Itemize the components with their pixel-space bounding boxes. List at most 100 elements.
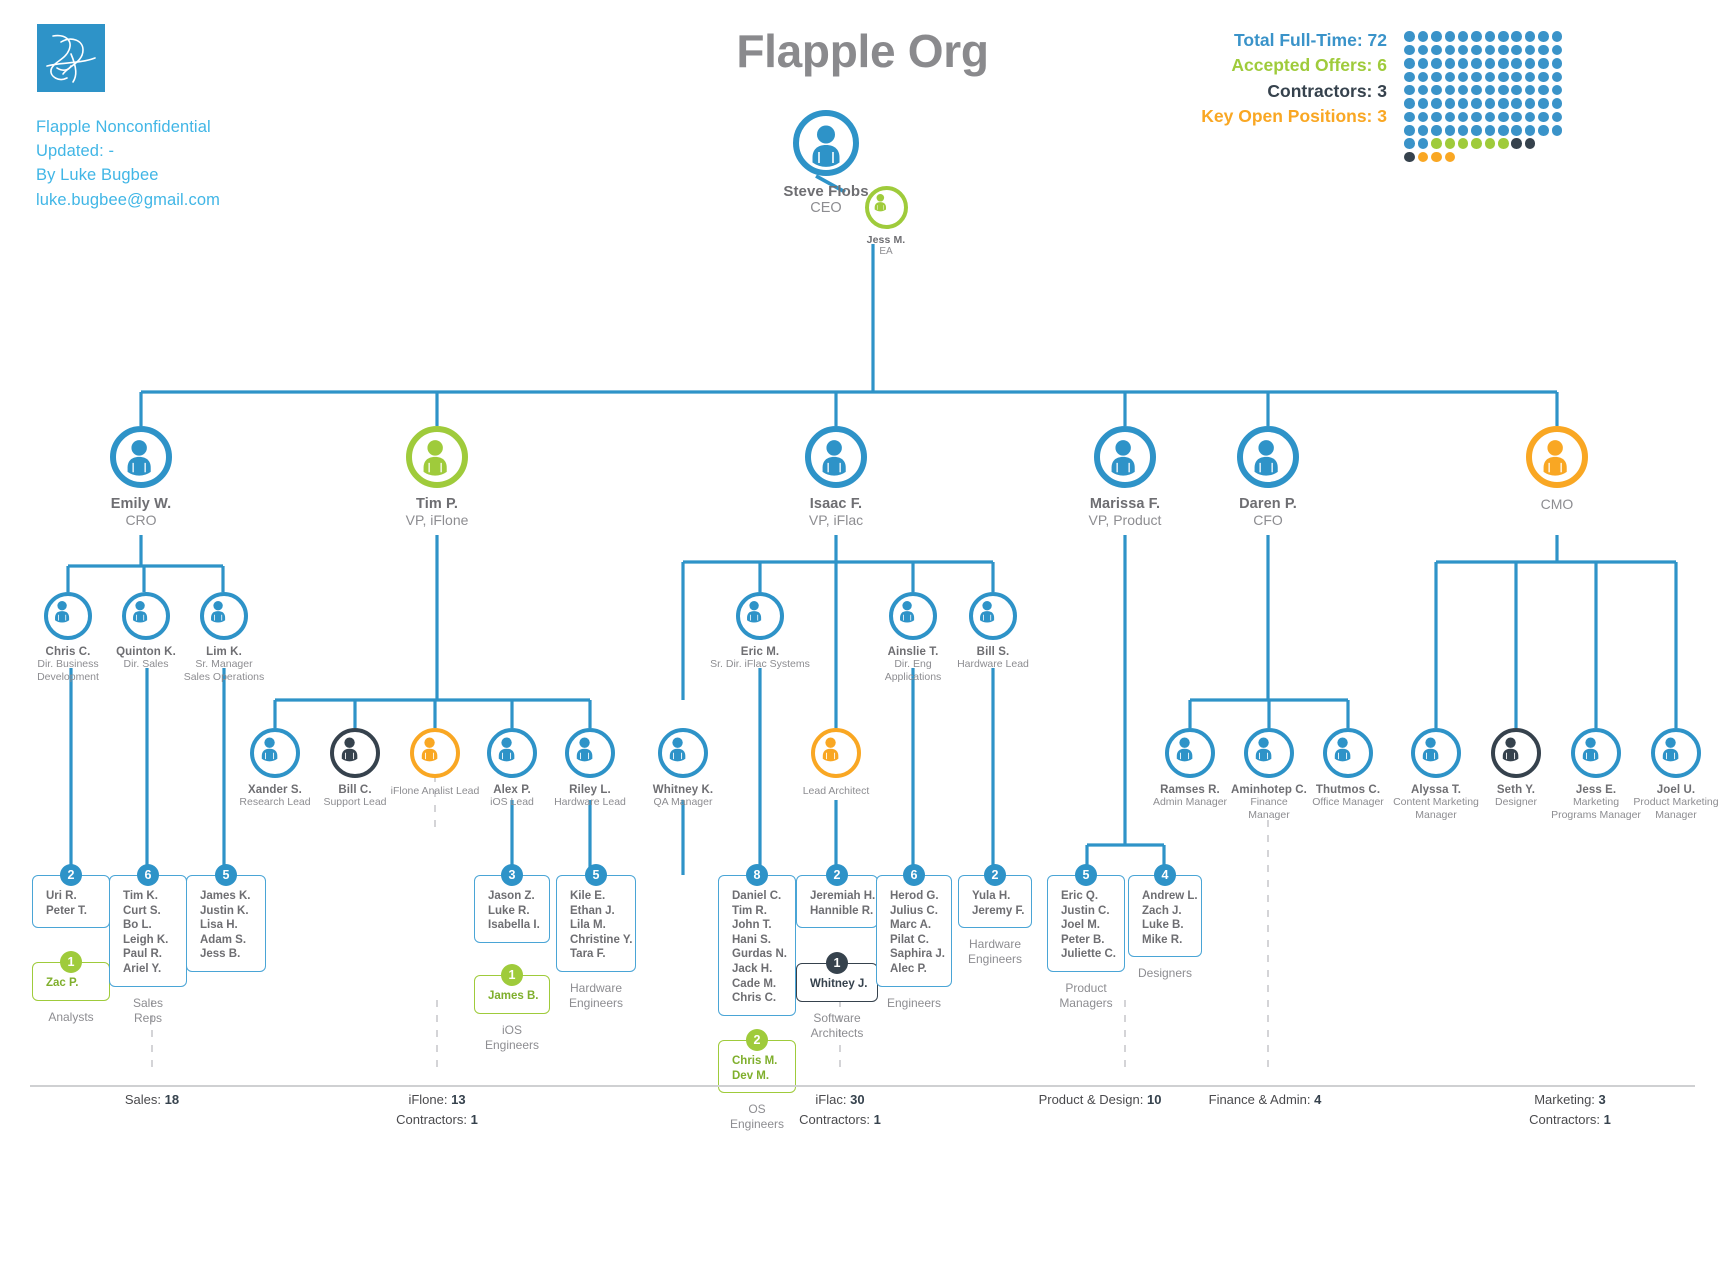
dot-blue [1498, 84, 1509, 96]
footer-value: 13 [451, 1092, 466, 1107]
list-box-eng-apps-count: 6 [903, 864, 925, 886]
node-lim-k[interactable]: Lim K. Sr. Manager Sales Operations [164, 592, 284, 683]
list-item: Daniel C. [732, 890, 782, 902]
node-riley-l[interactable]: Riley L. Hardware Lead [540, 728, 640, 809]
list-box-sales-ops[interactable]: 5 James K. Justin K. Lisa H. Adam S. Jes… [186, 864, 266, 972]
footer-value: 1 [470, 1112, 478, 1127]
stat-contractors-label: Contractors: [1267, 80, 1373, 101]
dot-blue [1404, 31, 1415, 42]
meta-line-confidentiality: Flapple Nonconfidential [36, 118, 211, 136]
headcount-dot-matrix [1403, 30, 1583, 164]
node-emily-w[interactable]: Emily W. CRO [61, 426, 221, 529]
dot-blue [1471, 84, 1482, 96]
dot-blue [1524, 84, 1536, 96]
dot-blue [1524, 125, 1536, 136]
node-daren-p[interactable]: Daren P. CFO [1188, 426, 1348, 529]
list-box-analysts-offer[interactable]: 1 Zac P. Analysts [32, 951, 110, 1025]
node-bill-s[interactable]: Bill S. Hardware Lead [933, 592, 1053, 671]
dot-blue [1498, 125, 1509, 136]
list-box-software-architects[interactable]: 8 Daniel C. Tim R. John T. Hani S. Gurda… [718, 864, 796, 1016]
dot-blue [1511, 31, 1522, 42]
list-box-designers-members: Andrew L. Zach J. Luke B. Mike R. [1128, 875, 1202, 958]
list-box-ios-offer[interactable]: 1 James B. iOS Engineers [474, 964, 550, 1053]
footer-value: 30 [850, 1092, 865, 1107]
meta-line-email: luke.bugbee@gmail.com [36, 190, 220, 209]
list-box-sw-arch-contractor[interactable]: 1 Whitney J. Software Architects [796, 952, 878, 1041]
dot-blue [1431, 71, 1442, 83]
list-box-sw-arch-contractor-count: 1 [826, 952, 848, 974]
avatar-aminhotep-c [1244, 728, 1294, 778]
list-box-sw-arch-2-count: 2 [826, 864, 848, 886]
footer-label: Sales: [124, 1092, 162, 1107]
dot-blue [1511, 44, 1522, 56]
list-box-hw-eng-iflone-count: 5 [585, 864, 607, 886]
dot-blue [1551, 125, 1563, 136]
node-tim-p-title: VP, iFlone [405, 512, 469, 528]
dot-matrix-row [1403, 30, 1583, 43]
avatar-quinton-k [122, 592, 170, 640]
node-marissa-f[interactable]: Marissa F. VP, Product [1045, 426, 1205, 529]
list-box-product-managers-caption: Product Managers [1059, 980, 1113, 1010]
list-item: Paul R. [123, 948, 162, 961]
list-box-eng-apps-members: Herod G. Julius C. Marc A. Pilat C. Saph… [876, 875, 952, 987]
dot-blue [1457, 111, 1469, 123]
node-thutmos-c[interactable]: Thutmos C. Office Manager [1298, 728, 1398, 809]
node-riley-l-name: Riley L. [569, 784, 611, 796]
list-box-hw-eng-iflone[interactable]: 5 Kile E. Ethan J. Lila M. Christine Y. … [556, 864, 636, 1011]
list-item: Uri R. [46, 890, 77, 902]
dot-green [1498, 138, 1509, 149]
node-joel-u[interactable]: Joel U. Product Marketing Manager [1626, 728, 1725, 821]
list-box-eng-apps[interactable]: 6 Herod G. Julius C. Marc A. Pilat C. Sa… [876, 864, 952, 1011]
node-marissa-f-title: VP, Product [1088, 512, 1162, 528]
node-whitney-k[interactable]: Whitney K. QA Manager [633, 728, 733, 809]
list-box-hw-eng-iflac[interactable]: 2 Yula H. Jeremy F. Hardware Engineers [958, 864, 1032, 967]
list-item: Kile E. [570, 890, 606, 902]
list-box-product-managers-count: 5 [1075, 864, 1097, 886]
node-isaac-f-title: VP, iFlac [808, 512, 864, 528]
dot-blue [1551, 84, 1563, 96]
dot-blue [1498, 44, 1509, 56]
dot-blue [1444, 58, 1456, 69]
list-box-sw-arch-2[interactable]: 2 Jeremiah H. Hannible R. [796, 864, 878, 929]
list-item: Jason Z. [488, 890, 535, 902]
list-item: Pilat C. [890, 933, 929, 946]
dot-blue [1538, 71, 1549, 83]
dot-blue [1457, 58, 1469, 69]
avatar-alyssa-t [1411, 728, 1461, 778]
node-eric-m[interactable]: Eric M. Sr. Dir. iFlac Systems [700, 592, 820, 671]
dot-blue [1538, 84, 1549, 96]
dot-blue [1404, 125, 1415, 136]
org-chart-canvas: Flapple Nonconfidential Updated: - By Lu… [0, 0, 1725, 1275]
dot-blue [1471, 71, 1482, 83]
dot-matrix-row [1403, 70, 1583, 83]
node-ea[interactable]: Jess M. EA [826, 186, 946, 258]
list-box-product-managers[interactable]: 5 Eric Q. Justin C. Joel M. Peter B. Jul… [1047, 864, 1125, 1011]
list-box-designers-count: 4 [1154, 864, 1176, 886]
list-item: Eric Q. [1061, 890, 1099, 902]
list-box-ios-engineers[interactable]: 3 Jason Z. Luke R. Isabella I. [474, 864, 550, 943]
dot-blue [1524, 31, 1536, 42]
list-box-product-managers-members: Eric Q. Justin C. Joel M. Peter B. Julie… [1047, 875, 1125, 972]
footer-value: 18 [164, 1092, 180, 1107]
dot-blue [1404, 44, 1415, 56]
list-box-analysts[interactable]: 2 Uri R. Peter T. [32, 864, 110, 929]
list-box-designers[interactable]: 4 Andrew L. Zach J. Luke B. Mike R. Desi… [1128, 864, 1202, 981]
list-item: Ariel Y. [123, 962, 162, 975]
footer-value: 1 [873, 1112, 881, 1127]
list-item: Andrew L. [1142, 890, 1198, 902]
list-item: Alec P. [890, 962, 927, 975]
list-box-sales-reps[interactable]: 6 Tim K. Curt S. Bo L. Leigh K. Paul R. … [109, 864, 187, 1026]
node-tim-p[interactable]: Tim P. VP, iFlone [357, 426, 517, 529]
node-cmo[interactable]: CMO [1477, 426, 1637, 513]
meta-line-updated: Updated: - [36, 142, 115, 161]
node-isaac-f[interactable]: Isaac F. VP, iFlac [756, 426, 916, 529]
list-box-sales-reps-count: 6 [137, 864, 159, 886]
dot-blue [1471, 111, 1482, 123]
node-lead-architect[interactable]: Lead Architect [786, 728, 886, 798]
avatar-lead-architect [811, 728, 861, 778]
avatar-whitney-k [658, 728, 708, 778]
dot-blue [1417, 125, 1429, 136]
stat-full-time: Total Full-Time: 72 [1201, 28, 1387, 53]
dot-blue [1538, 31, 1549, 42]
list-box-os-engineers-count: 2 [746, 1029, 768, 1051]
